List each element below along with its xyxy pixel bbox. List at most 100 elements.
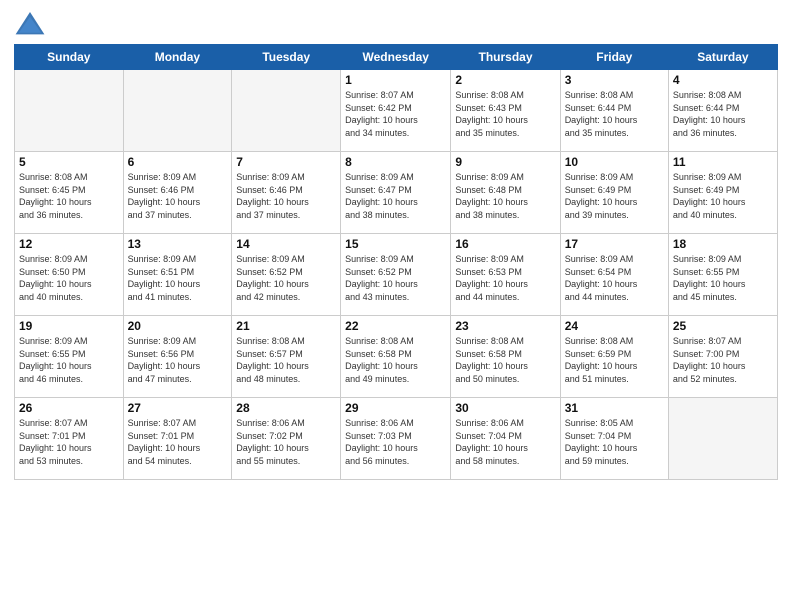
calendar-cell: 2 Sunrise: 8:08 AM Sunset: 6:43 PM Daylig… bbox=[451, 70, 560, 152]
day-info: Sunrise: 8:08 AM Sunset: 6:59 PM Dayligh… bbox=[565, 335, 664, 385]
calendar-cell: 15 Sunrise: 8:09 AM Sunset: 6:52 PM Dayli… bbox=[341, 234, 451, 316]
day-number: 21 bbox=[236, 319, 336, 333]
calendar-cell: 6 Sunrise: 8:09 AM Sunset: 6:46 PM Daylig… bbox=[123, 152, 232, 234]
calendar-cell: 31 Sunrise: 8:05 AM Sunset: 7:04 PM Dayli… bbox=[560, 398, 668, 480]
calendar-week-row: 26 Sunrise: 8:07 AM Sunset: 7:01 PM Dayli… bbox=[15, 398, 778, 480]
weekday-header-monday: Monday bbox=[123, 45, 232, 70]
day-info: Sunrise: 8:09 AM Sunset: 6:46 PM Dayligh… bbox=[128, 171, 228, 221]
day-info: Sunrise: 8:07 AM Sunset: 6:42 PM Dayligh… bbox=[345, 89, 446, 139]
day-info: Sunrise: 8:09 AM Sunset: 6:56 PM Dayligh… bbox=[128, 335, 228, 385]
calendar-week-row: 5 Sunrise: 8:08 AM Sunset: 6:45 PM Daylig… bbox=[15, 152, 778, 234]
logo bbox=[14, 10, 50, 38]
page: SundayMondayTuesdayWednesdayThursdayFrid… bbox=[0, 0, 792, 612]
calendar-cell: 24 Sunrise: 8:08 AM Sunset: 6:59 PM Dayli… bbox=[560, 316, 668, 398]
calendar-cell: 3 Sunrise: 8:08 AM Sunset: 6:44 PM Daylig… bbox=[560, 70, 668, 152]
day-number: 18 bbox=[673, 237, 773, 251]
calendar-cell: 22 Sunrise: 8:08 AM Sunset: 6:58 PM Dayli… bbox=[341, 316, 451, 398]
calendar-cell: 23 Sunrise: 8:08 AM Sunset: 6:58 PM Dayli… bbox=[451, 316, 560, 398]
logo-icon bbox=[14, 10, 46, 38]
day-info: Sunrise: 8:09 AM Sunset: 6:53 PM Dayligh… bbox=[455, 253, 555, 303]
day-info: Sunrise: 8:05 AM Sunset: 7:04 PM Dayligh… bbox=[565, 417, 664, 467]
calendar-cell: 1 Sunrise: 8:07 AM Sunset: 6:42 PM Daylig… bbox=[341, 70, 451, 152]
day-info: Sunrise: 8:08 AM Sunset: 6:44 PM Dayligh… bbox=[565, 89, 664, 139]
day-number: 6 bbox=[128, 155, 228, 169]
day-info: Sunrise: 8:09 AM Sunset: 6:46 PM Dayligh… bbox=[236, 171, 336, 221]
day-number: 12 bbox=[19, 237, 119, 251]
day-number: 30 bbox=[455, 401, 555, 415]
calendar-cell: 28 Sunrise: 8:06 AM Sunset: 7:02 PM Dayli… bbox=[232, 398, 341, 480]
day-number: 8 bbox=[345, 155, 446, 169]
day-number: 13 bbox=[128, 237, 228, 251]
day-number: 23 bbox=[455, 319, 555, 333]
calendar-cell bbox=[15, 70, 124, 152]
day-number: 1 bbox=[345, 73, 446, 87]
day-info: Sunrise: 8:09 AM Sunset: 6:48 PM Dayligh… bbox=[455, 171, 555, 221]
day-number: 2 bbox=[455, 73, 555, 87]
day-number: 19 bbox=[19, 319, 119, 333]
day-info: Sunrise: 8:08 AM Sunset: 6:58 PM Dayligh… bbox=[345, 335, 446, 385]
day-number: 31 bbox=[565, 401, 664, 415]
day-number: 10 bbox=[565, 155, 664, 169]
day-info: Sunrise: 8:08 AM Sunset: 6:44 PM Dayligh… bbox=[673, 89, 773, 139]
day-number: 5 bbox=[19, 155, 119, 169]
day-info: Sunrise: 8:09 AM Sunset: 6:49 PM Dayligh… bbox=[673, 171, 773, 221]
day-info: Sunrise: 8:06 AM Sunset: 7:03 PM Dayligh… bbox=[345, 417, 446, 467]
weekday-header-sunday: Sunday bbox=[15, 45, 124, 70]
day-info: Sunrise: 8:08 AM Sunset: 6:57 PM Dayligh… bbox=[236, 335, 336, 385]
calendar-table: SundayMondayTuesdayWednesdayThursdayFrid… bbox=[14, 44, 778, 480]
calendar-cell: 13Sunrise: 8:09 AM Sunset: 6:51 PM Dayli… bbox=[123, 234, 232, 316]
day-number: 28 bbox=[236, 401, 336, 415]
calendar-cell: 21 Sunrise: 8:08 AM Sunset: 6:57 PM Dayli… bbox=[232, 316, 341, 398]
day-number: 24 bbox=[565, 319, 664, 333]
calendar-cell: 30Sunrise: 8:06 AM Sunset: 7:04 PM Dayli… bbox=[451, 398, 560, 480]
calendar-cell: 27 Sunrise: 8:07 AM Sunset: 7:01 PM Dayli… bbox=[123, 398, 232, 480]
calendar-cell: 5 Sunrise: 8:08 AM Sunset: 6:45 PM Daylig… bbox=[15, 152, 124, 234]
day-number: 29 bbox=[345, 401, 446, 415]
calendar-cell: 19 Sunrise: 8:09 AM Sunset: 6:55 PM Dayli… bbox=[15, 316, 124, 398]
calendar-cell: 26Sunrise: 8:07 AM Sunset: 7:01 PM Dayli… bbox=[15, 398, 124, 480]
day-info: Sunrise: 8:09 AM Sunset: 6:50 PM Dayligh… bbox=[19, 253, 119, 303]
day-info: Sunrise: 8:09 AM Sunset: 6:55 PM Dayligh… bbox=[19, 335, 119, 385]
calendar-cell: 14 Sunrise: 8:09 AM Sunset: 6:52 PM Dayli… bbox=[232, 234, 341, 316]
calendar-cell: 9Sunrise: 8:09 AM Sunset: 6:48 PM Daylig… bbox=[451, 152, 560, 234]
day-info: Sunrise: 8:07 AM Sunset: 7:01 PM Dayligh… bbox=[128, 417, 228, 467]
day-info: Sunrise: 8:08 AM Sunset: 6:43 PM Dayligh… bbox=[455, 89, 555, 139]
header bbox=[14, 10, 778, 38]
calendar-cell: 17Sunrise: 8:09 AM Sunset: 6:54 PM Dayli… bbox=[560, 234, 668, 316]
calendar-cell bbox=[668, 398, 777, 480]
day-info: Sunrise: 8:06 AM Sunset: 7:02 PM Dayligh… bbox=[236, 417, 336, 467]
day-number: 17 bbox=[565, 237, 664, 251]
calendar-cell: 16Sunrise: 8:09 AM Sunset: 6:53 PM Dayli… bbox=[451, 234, 560, 316]
day-info: Sunrise: 8:09 AM Sunset: 6:52 PM Dayligh… bbox=[236, 253, 336, 303]
day-number: 11 bbox=[673, 155, 773, 169]
calendar-week-row: 19 Sunrise: 8:09 AM Sunset: 6:55 PM Dayli… bbox=[15, 316, 778, 398]
day-number: 15 bbox=[345, 237, 446, 251]
calendar-cell: 20 Sunrise: 8:09 AM Sunset: 6:56 PM Dayli… bbox=[123, 316, 232, 398]
calendar-cell: 10Sunrise: 8:09 AM Sunset: 6:49 PM Dayli… bbox=[560, 152, 668, 234]
weekday-header-tuesday: Tuesday bbox=[232, 45, 341, 70]
calendar-week-row: 1 Sunrise: 8:07 AM Sunset: 6:42 PM Daylig… bbox=[15, 70, 778, 152]
day-info: Sunrise: 8:07 AM Sunset: 7:00 PM Dayligh… bbox=[673, 335, 773, 385]
day-info: Sunrise: 8:09 AM Sunset: 6:52 PM Dayligh… bbox=[345, 253, 446, 303]
day-info: Sunrise: 8:08 AM Sunset: 6:58 PM Dayligh… bbox=[455, 335, 555, 385]
day-info: Sunrise: 8:08 AM Sunset: 6:45 PM Dayligh… bbox=[19, 171, 119, 221]
day-info: Sunrise: 8:09 AM Sunset: 6:47 PM Dayligh… bbox=[345, 171, 446, 221]
calendar-cell: 29 Sunrise: 8:06 AM Sunset: 7:03 PM Dayli… bbox=[341, 398, 451, 480]
calendar-cell: 25 Sunrise: 8:07 AM Sunset: 7:00 PM Dayli… bbox=[668, 316, 777, 398]
weekday-header-saturday: Saturday bbox=[668, 45, 777, 70]
weekday-header-row: SundayMondayTuesdayWednesdayThursdayFrid… bbox=[15, 45, 778, 70]
calendar-week-row: 12 Sunrise: 8:09 AM Sunset: 6:50 PM Dayli… bbox=[15, 234, 778, 316]
day-number: 27 bbox=[128, 401, 228, 415]
day-number: 20 bbox=[128, 319, 228, 333]
day-number: 3 bbox=[565, 73, 664, 87]
day-number: 14 bbox=[236, 237, 336, 251]
calendar-cell: 4 Sunrise: 8:08 AM Sunset: 6:44 PM Daylig… bbox=[668, 70, 777, 152]
calendar-cell: 12 Sunrise: 8:09 AM Sunset: 6:50 PM Dayli… bbox=[15, 234, 124, 316]
day-number: 25 bbox=[673, 319, 773, 333]
day-number: 26 bbox=[19, 401, 119, 415]
day-number: 7 bbox=[236, 155, 336, 169]
weekday-header-friday: Friday bbox=[560, 45, 668, 70]
day-number: 4 bbox=[673, 73, 773, 87]
calendar-cell bbox=[232, 70, 341, 152]
day-number: 22 bbox=[345, 319, 446, 333]
